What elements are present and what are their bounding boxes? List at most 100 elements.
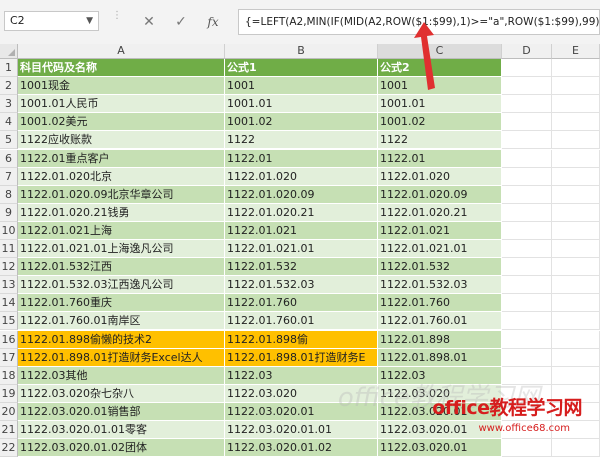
row-number[interactable]: 16 [0, 330, 18, 349]
cell-a[interactable]: 1122应收账款 [18, 131, 225, 150]
row-number[interactable]: 10 [0, 221, 18, 240]
cell-d[interactable] [502, 221, 552, 240]
cell-e[interactable] [552, 348, 600, 367]
cell-b[interactable]: 1122.01.898.01打造财务E [225, 348, 378, 367]
cell-a[interactable]: 1122.01.760.01南岸区 [18, 312, 225, 331]
cell-c[interactable]: 1122.01.020.09 [378, 185, 502, 204]
column-header-a[interactable]: A [18, 44, 225, 59]
row-number[interactable]: 19 [0, 384, 18, 403]
row-number[interactable]: 21 [0, 421, 18, 440]
cell-e[interactable] [552, 312, 600, 331]
cell-a[interactable]: 1122.03其他 [18, 366, 225, 385]
cell-c[interactable]: 1122.01.020.21 [378, 203, 502, 222]
cell-e[interactable] [552, 113, 600, 132]
row-number[interactable]: 5 [0, 131, 18, 150]
select-all-button[interactable] [0, 44, 18, 59]
cell-c[interactable]: 1122.01.021 [378, 221, 502, 240]
cell-a[interactable]: 1122.01.898.01打造财务Excel达人 [18, 348, 225, 367]
cell-b[interactable]: 1122.01.898偷 [225, 330, 378, 349]
cell-b[interactable]: 1122.01.020.09 [225, 185, 378, 204]
cell-a[interactable]: 1122.01.020.21钱勇 [18, 203, 225, 222]
cell-b[interactable]: 1122.03.020.01.01 [225, 421, 378, 440]
cell-c[interactable]: 1122.01.760 [378, 294, 502, 313]
cell-c[interactable]: 1122.01.532 [378, 258, 502, 277]
cell-d[interactable] [502, 276, 552, 295]
cell-e[interactable] [552, 276, 600, 295]
row-number[interactable]: 17 [0, 348, 18, 367]
enter-icon[interactable]: ✓ [170, 12, 192, 32]
cell-c[interactable]: 1001 [378, 77, 502, 96]
cell-e[interactable] [552, 131, 600, 150]
cell-b[interactable]: 1122.01.020.21 [225, 203, 378, 222]
cell-e[interactable] [552, 185, 600, 204]
cell-c[interactable]: 1122.01.021.01 [378, 240, 502, 259]
row-number[interactable]: 14 [0, 294, 18, 313]
cell-d[interactable] [502, 95, 552, 114]
cell-c[interactable]: 1001.02 [378, 113, 502, 132]
cell-a[interactable]: 1122.03.020杂七杂八 [18, 384, 225, 403]
cell-e[interactable] [552, 59, 600, 78]
row-number[interactable]: 9 [0, 203, 18, 222]
row-number[interactable]: 12 [0, 258, 18, 277]
cell-d[interactable] [502, 59, 552, 78]
cell-a[interactable]: 1122.03.020.01.01零客 [18, 421, 225, 440]
row-number[interactable]: 1 [0, 59, 18, 78]
cell-a[interactable]: 1122.01.532江西 [18, 258, 225, 277]
cell-a[interactable]: 1122.03.020.01销售部 [18, 402, 225, 421]
row-number[interactable]: 22 [0, 439, 18, 457]
cell-b[interactable]: 1001.01 [225, 95, 378, 114]
cell-d[interactable] [502, 240, 552, 259]
row-number[interactable]: 20 [0, 402, 18, 421]
cell-d[interactable] [502, 348, 552, 367]
cell-a[interactable]: 1122.01.532.03江西逸凡公司 [18, 276, 225, 295]
cell-c[interactable]: 1122.03.020.01 [378, 439, 502, 457]
cell-b[interactable]: 1122.01.532.03 [225, 276, 378, 295]
cell-d[interactable] [502, 439, 552, 457]
cell-c[interactable]: 1122 [378, 131, 502, 150]
column-header-d[interactable]: D [502, 44, 552, 59]
cell-e[interactable] [552, 77, 600, 96]
chevron-down-icon[interactable]: ▼ [86, 12, 93, 30]
cell-c[interactable]: 公式2 [378, 59, 502, 78]
cell-b[interactable]: 1122.01.021.01 [225, 240, 378, 259]
cell-c[interactable]: 1001.01 [378, 95, 502, 114]
cell-a[interactable]: 1122.01.021上海 [18, 221, 225, 240]
cell-e[interactable] [552, 366, 600, 385]
cell-c[interactable]: 1122.01.760.01 [378, 312, 502, 331]
cell-a[interactable]: 1122.01重点客户 [18, 149, 225, 168]
cancel-icon[interactable]: ✕ [138, 12, 160, 32]
cell-b[interactable]: 1122.01.760.01 [225, 312, 378, 331]
cell-d[interactable] [502, 113, 552, 132]
row-number[interactable]: 13 [0, 276, 18, 295]
cell-e[interactable] [552, 240, 600, 259]
cell-d[interactable] [502, 167, 552, 186]
row-number[interactable]: 15 [0, 312, 18, 331]
cell-e[interactable] [552, 439, 600, 457]
cell-d[interactable] [502, 77, 552, 96]
row-number[interactable]: 6 [0, 149, 18, 168]
cell-a[interactable]: 1001现金 [18, 77, 225, 96]
cell-c[interactable]: 1122.01.898 [378, 330, 502, 349]
cell-d[interactable] [502, 203, 552, 222]
cell-b[interactable]: 1122.01.020 [225, 167, 378, 186]
cell-d[interactable] [502, 330, 552, 349]
insert-function-icon[interactable]: fx [202, 12, 224, 32]
name-box[interactable]: C2 ▼ [4, 11, 99, 31]
cell-a[interactable]: 1122.01.020北京 [18, 167, 225, 186]
cell-c[interactable]: 1122.01.898.01 [378, 348, 502, 367]
cell-a[interactable]: 1001.02美元 [18, 113, 225, 132]
cell-e[interactable] [552, 330, 600, 349]
cell-b[interactable]: 1122.01.532 [225, 258, 378, 277]
cell-d[interactable] [502, 131, 552, 150]
cell-a[interactable]: 1122.01.020.09北京华章公司 [18, 185, 225, 204]
formula-bar-grip-icon[interactable]: ⋮ [112, 11, 122, 31]
cell-e[interactable] [552, 294, 600, 313]
cell-e[interactable] [552, 95, 600, 114]
cell-d[interactable] [502, 258, 552, 277]
cell-c[interactable]: 1122.01 [378, 149, 502, 168]
cell-a[interactable]: 1122.01.021.01上海逸凡公司 [18, 240, 225, 259]
cell-b[interactable]: 1122 [225, 131, 378, 150]
row-number[interactable]: 11 [0, 240, 18, 259]
cell-e[interactable] [552, 221, 600, 240]
column-header-b[interactable]: B [225, 44, 378, 59]
